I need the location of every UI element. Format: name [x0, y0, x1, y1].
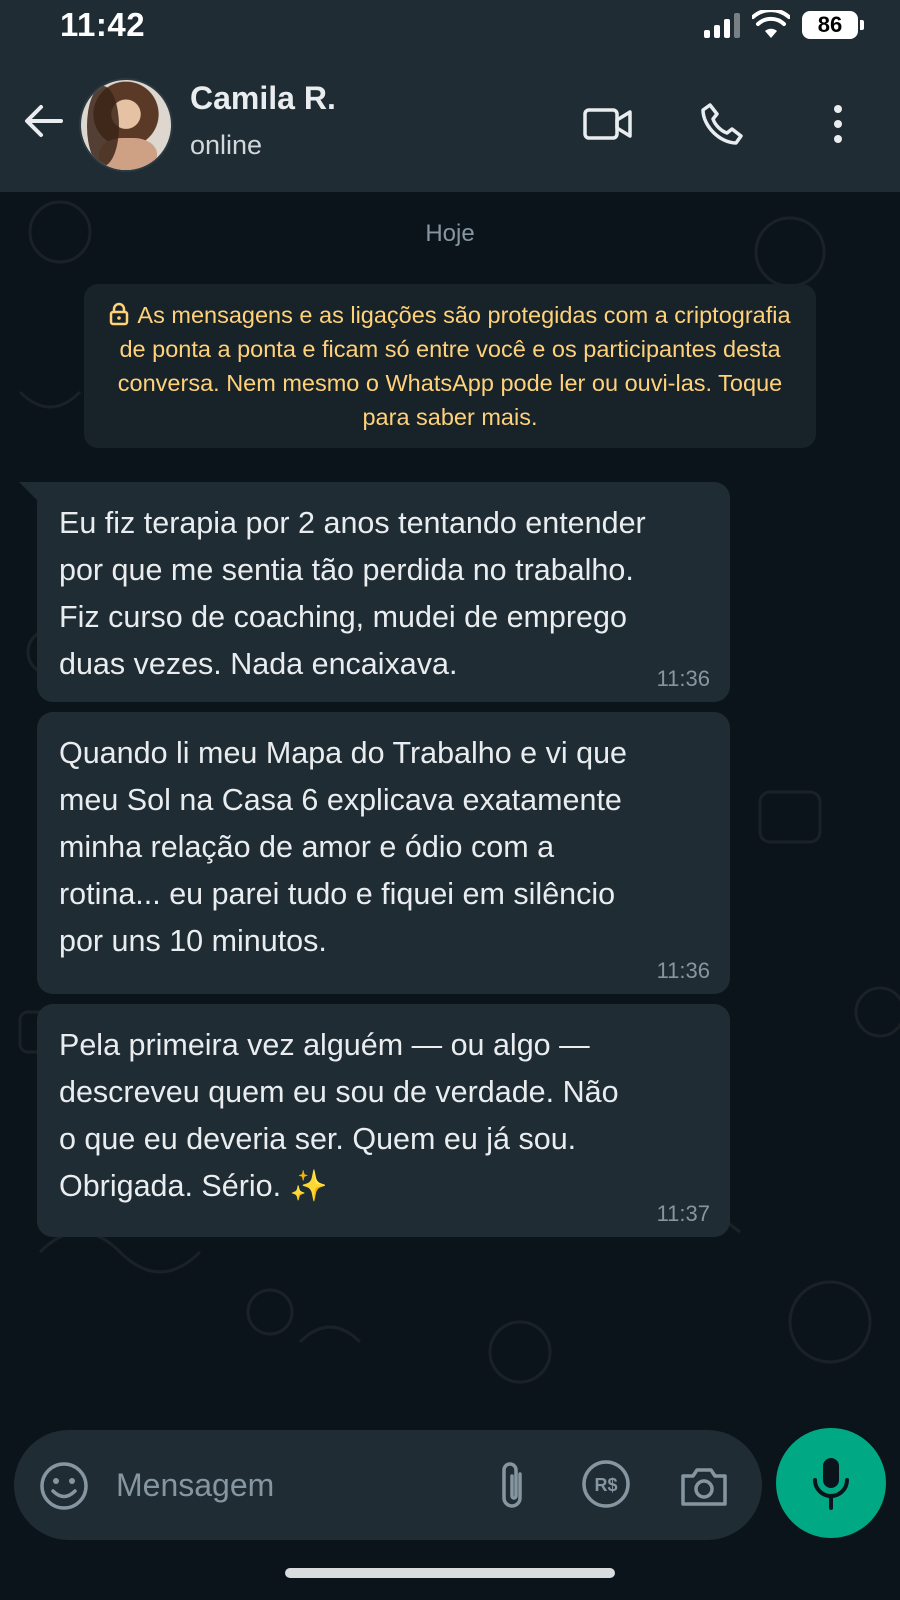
payment-icon: R$ [582, 1460, 630, 1508]
lock-icon [110, 302, 129, 326]
chat-area[interactable]: Hoje As mensagens e as ligações são prot… [0, 192, 900, 1430]
back-button[interactable] [22, 100, 64, 142]
message-text: Pela primeira vez alguém — ou algo — des… [59, 1028, 619, 1203]
contact-status: online [190, 130, 263, 160]
video-call-icon [583, 108, 632, 140]
status-time: 11:42 [60, 6, 146, 43]
message-text: Quando li meu Mapa do Trabalho e vi que … [59, 736, 628, 958]
chat-screen: 11:42 86 Camila R. online Hoje As mensag… [0, 0, 900, 1600]
more-options-button[interactable] [818, 98, 858, 150]
message-time: 11:36 [656, 958, 710, 983]
status-icons: 86 [704, 10, 864, 40]
message-bubble[interactable]: Pela primeira vez alguém — ou algo — des… [37, 1004, 730, 1237]
bubble-tail [19, 482, 39, 502]
cellular-signal-icon [704, 12, 740, 38]
message-time: 11:36 [656, 666, 710, 691]
home-indicator[interactable] [285, 1568, 615, 1578]
message-input[interactable] [116, 1460, 456, 1510]
payment-button[interactable]: R$ [580, 1458, 632, 1510]
attach-button[interactable] [492, 1458, 532, 1514]
encryption-notice[interactable]: As mensagens e as ligações são protegida… [84, 284, 816, 448]
wifi-icon [752, 10, 790, 38]
phone-icon [701, 103, 743, 145]
microphone-icon [813, 1458, 849, 1510]
day-separator: Hoje [425, 220, 475, 247]
message-bubble[interactable]: Quando li meu Mapa do Trabalho e vi que … [37, 712, 730, 994]
message-bubble[interactable]: Eu fiz terapia por 2 anos tentando enten… [19, 482, 730, 702]
message-composer: R$ [14, 1430, 762, 1540]
voice-call-button[interactable] [696, 98, 748, 150]
video-call-button[interactable] [582, 98, 634, 150]
message-time: 11:37 [656, 1201, 710, 1226]
contact-name[interactable]: Camila R. [190, 80, 336, 117]
emoji-button[interactable] [38, 1460, 90, 1512]
svg-text:R$: R$ [594, 1475, 617, 1495]
chat-header: Camila R. online [0, 50, 900, 192]
back-arrow-icon [25, 105, 63, 137]
more-vertical-icon [834, 105, 842, 143]
paperclip-icon [502, 1462, 522, 1508]
avatar[interactable] [79, 78, 173, 172]
camera-button[interactable] [678, 1460, 730, 1512]
battery-indicator: 86 [802, 11, 864, 39]
camera-icon [681, 1468, 727, 1506]
encryption-notice-text: As mensagens e as ligações são protegida… [117, 302, 791, 430]
status-bar: 11:42 86 [0, 0, 900, 50]
emoji-icon [40, 1462, 88, 1510]
voice-message-button[interactable] [776, 1428, 886, 1538]
message-text: Eu fiz terapia por 2 anos tentando enten… [59, 506, 646, 681]
